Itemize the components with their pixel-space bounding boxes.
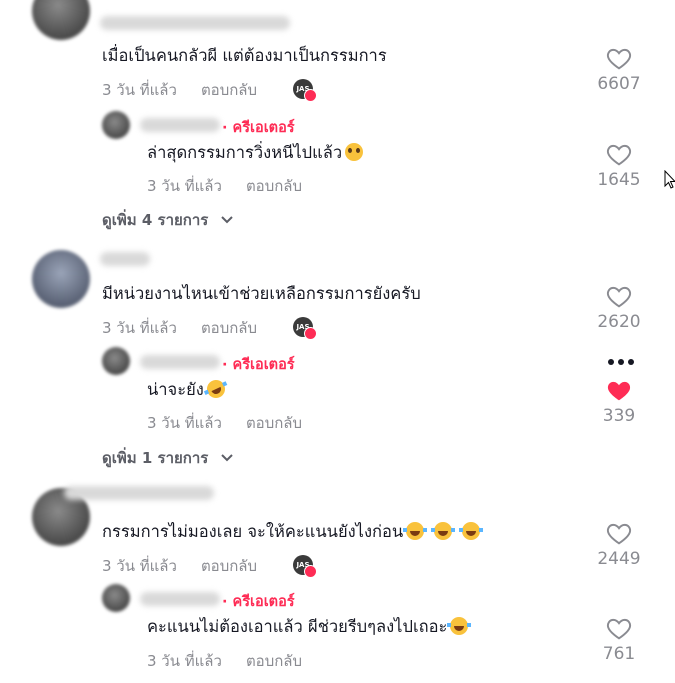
commenter-name[interactable] (100, 252, 150, 266)
comment-meta: 3 วัน ที่แล้ว ตอบกลับ (102, 78, 281, 102)
reply-text: คะแนนไม่ต้องเอาแล้ว ผีช่วยรีบๆลงไปเถอะ (147, 617, 472, 637)
commenter-name[interactable] (100, 16, 290, 30)
reply-button[interactable]: ตอบกลับ (246, 652, 302, 670)
reply-author-name[interactable] (140, 118, 220, 132)
like-count: 6607 (597, 74, 641, 94)
creator-label: · ครีเอเตอร์ (222, 357, 295, 373)
cursor-icon (664, 170, 675, 189)
reply-time: 3 วัน ที่แล้ว (147, 414, 222, 432)
reply-time: 3 วัน ที่แล้ว (147, 177, 222, 195)
laughing-emoji (431, 522, 456, 540)
like-button[interactable]: 339 (584, 378, 654, 426)
view-more-replies[interactable]: ดูเพิ่ม 4 รายการ (102, 208, 234, 232)
like-button[interactable]: 6607 (584, 46, 654, 94)
comment-time: 3 วัน ที่แล้ว (102, 557, 177, 575)
reply-avatar[interactable] (102, 584, 130, 612)
reply-avatar[interactable] (102, 111, 130, 139)
heart-filled-icon[interactable] (606, 378, 632, 402)
laughing-emoji (447, 617, 472, 635)
comment-meta: 3 วัน ที่แล้ว ตอบกลับ (102, 316, 281, 340)
heart-outline-icon[interactable] (606, 616, 632, 640)
heart-outline-icon[interactable] (606, 46, 632, 70)
reply-text: น่าจะยัง (147, 377, 228, 401)
comment-text: กรรมการไม่มองเลย จะให้คะแนนยังไงก่อน (102, 522, 484, 542)
view-more-replies[interactable]: ดูเพิ่ม 1 รายการ (102, 446, 234, 470)
comment-text: มีหน่วยงานไหนเข้าช่วยเหลือกรรมการยังครับ (102, 284, 421, 303)
comment-text: เมื่อเป็นคนกลัวผี แต่ต้องมาเป็นกรรมการ (102, 46, 387, 65)
chevron-down-icon (220, 454, 233, 462)
like-button[interactable]: 1645 (584, 142, 654, 190)
creator-label: · ครีเอเตอร์ (222, 120, 295, 136)
like-count: 2449 (597, 549, 641, 569)
reply-button[interactable]: ตอบกลับ (201, 557, 257, 575)
reply-meta: 3 วัน ที่แล้ว ตอบกลับ (147, 649, 326, 673)
reply-author-name[interactable] (140, 592, 220, 606)
like-button[interactable]: 2449 (584, 521, 654, 569)
creator-badge-icon: JAS (293, 317, 317, 340)
pleading-face-emoji (345, 143, 364, 161)
like-count: 2620 (597, 312, 641, 332)
commenter-avatar[interactable] (32, 250, 90, 308)
heart-outline-icon[interactable] (606, 142, 632, 166)
like-button[interactable]: 2620 (584, 284, 654, 332)
like-button[interactable]: 761 (584, 616, 654, 664)
laughing-emoji (459, 522, 484, 540)
reply-button[interactable]: ตอบกลับ (246, 414, 302, 432)
reply-author-name[interactable] (140, 355, 220, 369)
rolling-laughing-emoji (203, 377, 228, 401)
comment-meta: 3 วัน ที่แล้ว ตอบกลับ (102, 554, 281, 578)
like-count: 761 (602, 644, 636, 664)
reply-meta: 3 วัน ที่แล้ว ตอบกลับ (147, 411, 326, 435)
like-count: 339 (602, 406, 636, 426)
chevron-down-icon (220, 216, 233, 224)
reply-button[interactable]: ตอบกลับ (246, 177, 302, 195)
reply-text: ล่าสุดกรรมการวิ่งหนีไปแล้ว (147, 143, 364, 163)
creator-badge-icon: JAS (293, 79, 317, 102)
reply-time: 3 วัน ที่แล้ว (147, 652, 222, 670)
more-dots-icon[interactable] (607, 358, 635, 366)
comment-time: 3 วัน ที่แล้ว (102, 81, 177, 99)
reply-meta: 3 วัน ที่แล้ว ตอบกลับ (147, 174, 326, 198)
reply-button[interactable]: ตอบกลับ (201, 81, 257, 99)
reply-avatar[interactable] (102, 347, 130, 375)
creator-badge-icon: JAS (293, 555, 317, 578)
like-count: 1645 (597, 170, 641, 190)
comment-time: 3 วัน ที่แล้ว (102, 319, 177, 337)
heart-outline-icon[interactable] (606, 521, 632, 545)
creator-label: · ครีเอเตอร์ (222, 594, 295, 610)
laughing-emoji (403, 522, 428, 540)
commenter-name[interactable] (64, 486, 214, 500)
heart-outline-icon[interactable] (606, 284, 632, 308)
reply-button[interactable]: ตอบกลับ (201, 319, 257, 337)
commenter-avatar[interactable] (32, 0, 90, 40)
